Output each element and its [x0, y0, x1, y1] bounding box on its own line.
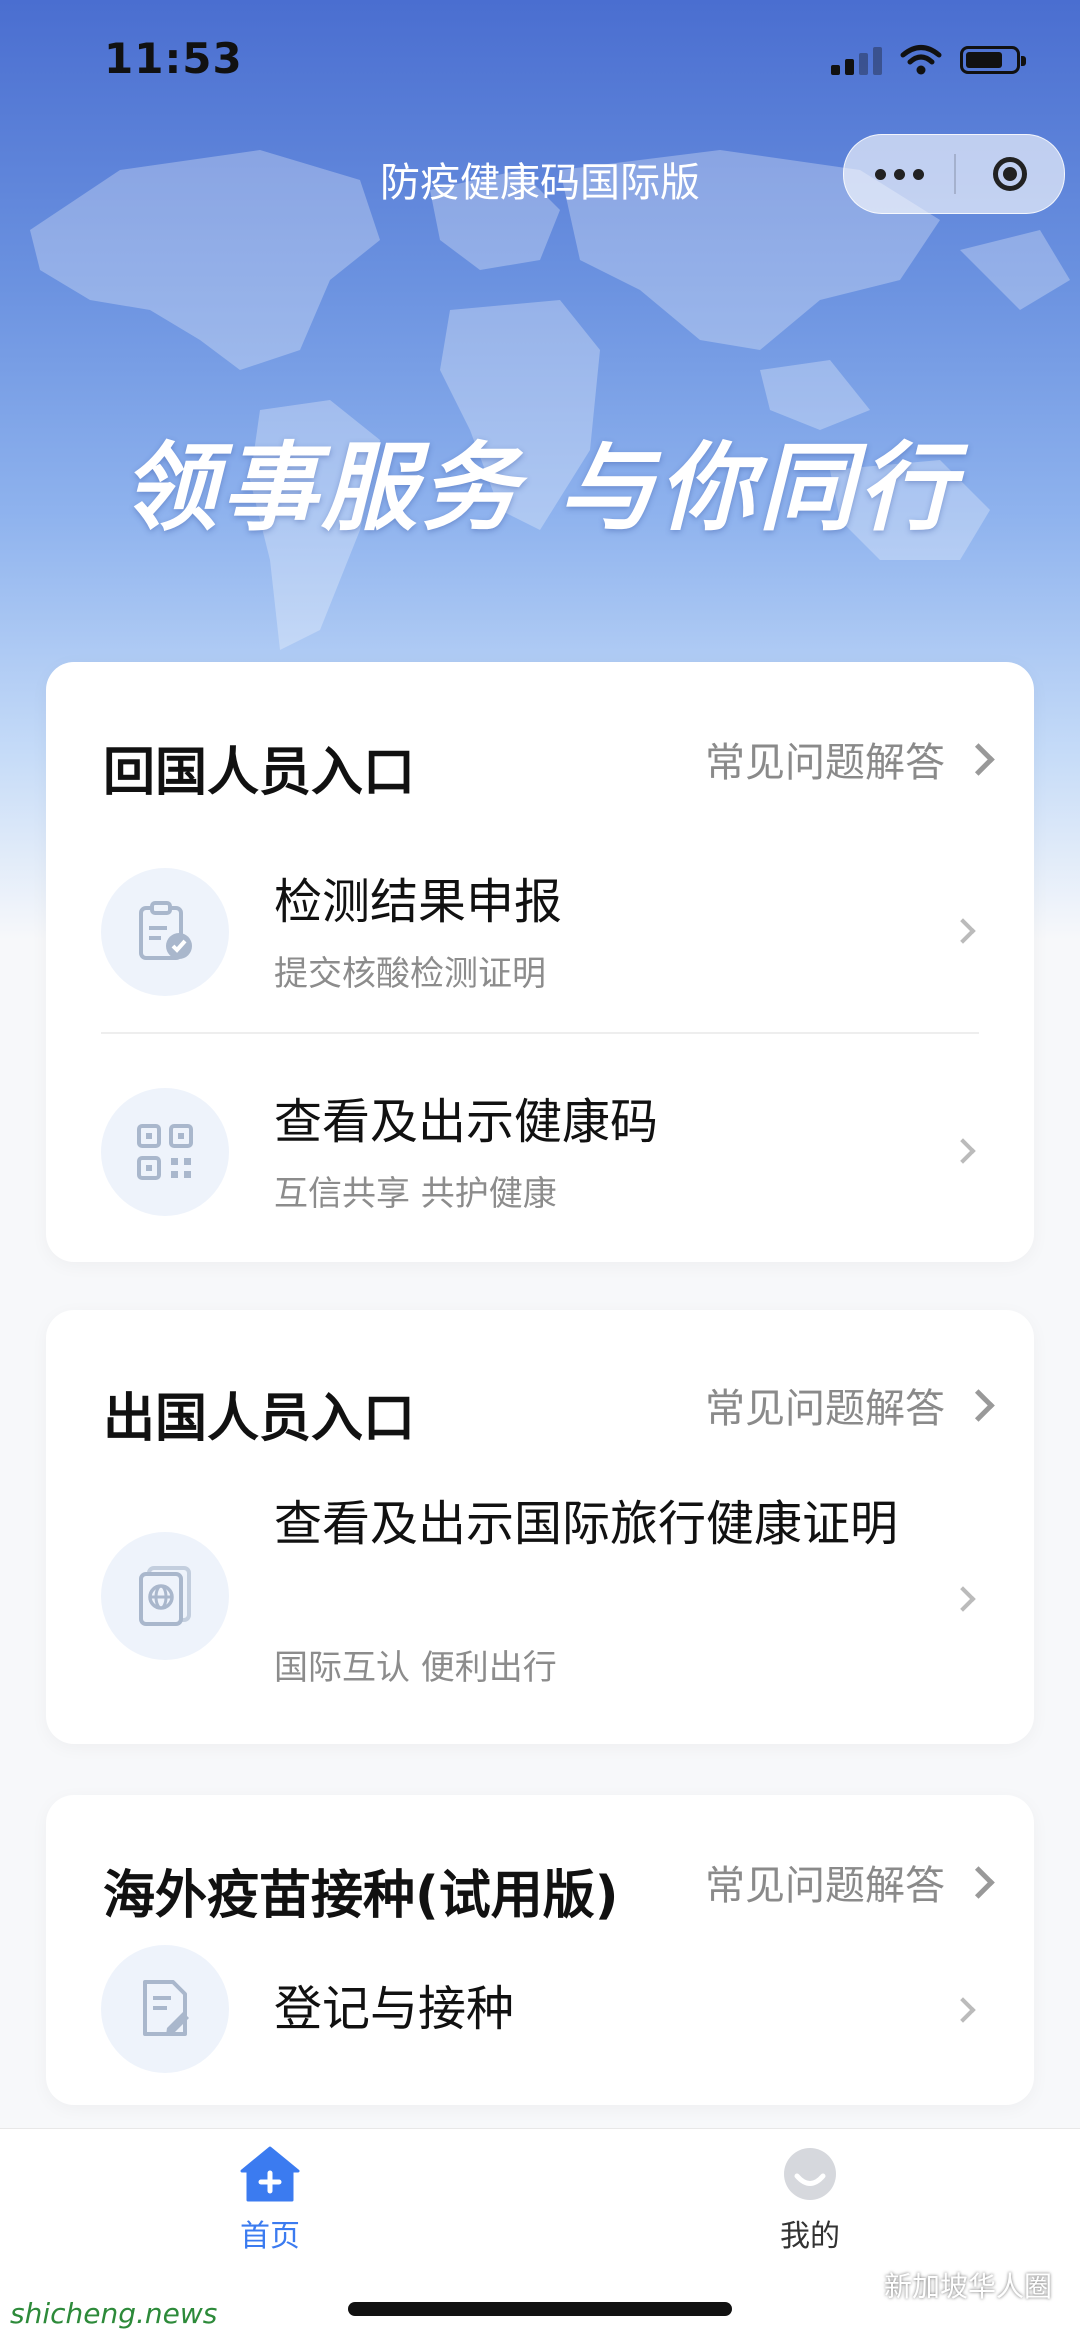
item-title: 查看及出示健康码 — [274, 1094, 659, 1150]
faq-link[interactable]: 常见问题解答 — [705, 1853, 995, 1911]
tab-label: 首页 — [240, 2219, 300, 2254]
profile-icon — [784, 2148, 836, 2200]
section-card-departure: 出国人员入口 常见问题解答 查看及出示国际旅行健康证明 国际互认 便利出行 — [46, 1310, 1034, 1744]
item-subtitle: 提交核酸检测证明 — [274, 954, 546, 994]
more-dots-icon — [874, 168, 886, 180]
list-item-health-code[interactable]: 查看及出示健康码 互信共享 共护健康 — [46, 1062, 1034, 1242]
item-chevron — [950, 1138, 976, 1164]
item-title: 检测结果申报 — [274, 874, 563, 930]
chevron-right-icon — [962, 742, 995, 776]
hero-slogan: 领事服务 与你同行 — [121, 432, 959, 544]
icon-badge — [101, 1945, 229, 2073]
chevron-right-icon — [962, 1865, 995, 1899]
watermark-account: 新加坡华人圈 — [836, 2265, 1052, 2305]
clipboard-check-icon — [139, 901, 192, 960]
item-chevron — [950, 1997, 976, 2023]
wechat-icon — [836, 2270, 876, 2300]
tab-label: 我的 — [780, 2219, 840, 2254]
item-subtitle: 互信共享 共护健康 — [274, 1174, 557, 1214]
wifi-icon — [900, 45, 942, 75]
home-icon — [240, 2146, 300, 2202]
watermark-text: 新加坡华人圈 — [883, 2270, 1052, 2303]
document-pen-icon — [143, 1980, 189, 2036]
divider — [101, 1032, 979, 1034]
home-indicator — [348, 2302, 732, 2316]
faq-link[interactable]: 常见问题解答 — [705, 1376, 995, 1434]
battery-icon — [960, 46, 1026, 74]
icon-badge — [101, 868, 229, 996]
chevron-right-icon — [950, 1997, 976, 2023]
status-bar: 11:53 — [0, 0, 1080, 120]
section-card-return: 回国人员入口 常见问题解答 检测结果申报 提交核酸检测证明 查看及出示健康码 互… — [46, 662, 1034, 1262]
qr-code-icon — [137, 1124, 193, 1180]
section-title: 出国人员入口 — [103, 1389, 416, 1449]
icon-badge — [101, 1532, 229, 1660]
faq-label: 常见问题解答 — [705, 1386, 945, 1432]
target-icon — [993, 157, 1027, 191]
chevron-right-icon — [962, 1388, 995, 1422]
list-item-travel-certificate[interactable]: 查看及出示国际旅行健康证明 国际互认 便利出行 — [46, 1490, 1034, 1720]
list-item-vaccine-registration[interactable]: 登记与接种 — [46, 1945, 1034, 2095]
more-options-button[interactable] — [844, 168, 954, 180]
faq-link[interactable]: 常见问题解答 — [705, 730, 995, 788]
item-title: 查看及出示国际旅行健康证明 — [274, 1496, 899, 1552]
tab-home[interactable]: 首页 — [190, 2145, 350, 2255]
status-time: 11:53 — [104, 34, 243, 83]
icon-badge — [101, 1088, 229, 1216]
item-chevron — [950, 918, 976, 944]
watermark-site: shicheng.news — [10, 2297, 218, 2330]
section-title: 回国人员入口 — [103, 743, 416, 803]
faq-label: 常见问题解答 — [705, 740, 945, 786]
list-item-test-report[interactable]: 检测结果申报 提交核酸检测证明 — [46, 842, 1034, 1022]
item-title: 登记与接种 — [274, 1981, 515, 2037]
status-icons — [831, 44, 1026, 76]
tab-profile[interactable]: 我的 — [730, 2145, 890, 2255]
miniprogram-capsule — [843, 134, 1065, 214]
close-miniprogram-button[interactable] — [956, 157, 1064, 191]
chevron-right-icon — [950, 918, 976, 944]
chevron-right-icon — [950, 1138, 976, 1164]
section-card-vaccination: 海外疫苗接种(试用版) 常见问题解答 登记与接种 — [46, 1795, 1034, 2105]
chevron-right-icon — [950, 1586, 976, 1612]
passport-icon — [139, 1566, 191, 1626]
section-title: 海外疫苗接种(试用版) — [103, 1866, 619, 1926]
item-subtitle: 国际互认 便利出行 — [274, 1648, 557, 1688]
faq-label: 常见问题解答 — [705, 1863, 945, 1909]
item-chevron — [950, 1586, 976, 1612]
cellular-signal-icon — [831, 45, 882, 75]
